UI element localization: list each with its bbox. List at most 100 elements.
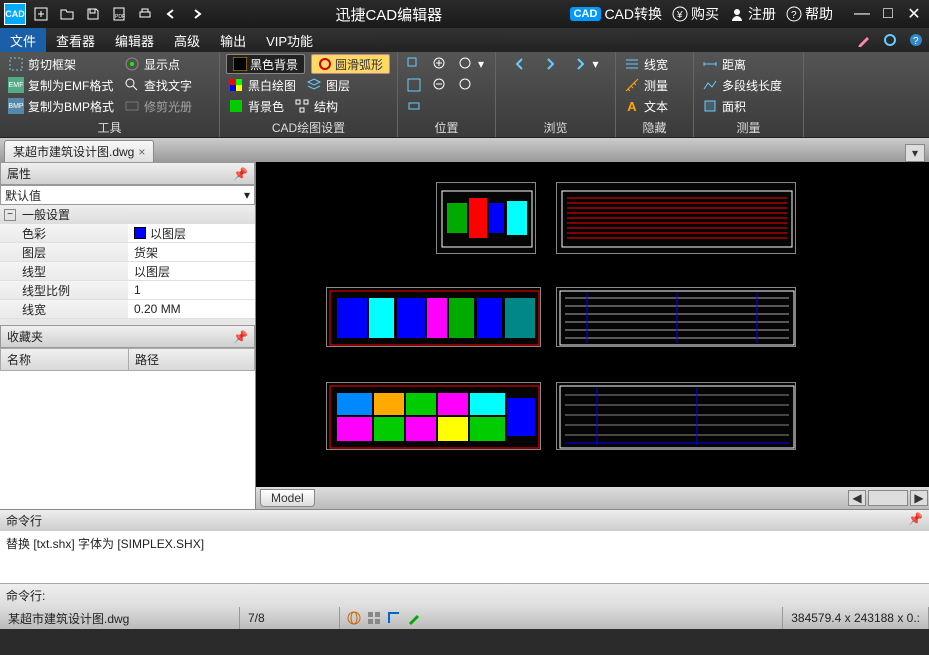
command-panel-header: 命令行 📌 bbox=[0, 509, 929, 531]
titlebar: CAD PDF 迅捷CAD编辑器 CADCAD转换 ¥购买 注册 ?帮助 — □… bbox=[0, 0, 929, 28]
hscroll-thumb[interactable] bbox=[868, 490, 908, 506]
save-pdf-icon[interactable]: PDF bbox=[108, 3, 130, 25]
favorites-panel-header: 收藏夹 📌 bbox=[0, 325, 255, 348]
undo-icon[interactable] bbox=[160, 3, 182, 25]
menu-tab-advanced[interactable]: 高级 bbox=[164, 28, 210, 52]
help-link[interactable]: ?帮助 bbox=[786, 4, 833, 24]
pencil-icon[interactable] bbox=[854, 30, 874, 50]
pan-icon[interactable] bbox=[404, 96, 424, 116]
svg-text:?: ? bbox=[913, 36, 919, 47]
zoom-out-icon[interactable] bbox=[430, 75, 450, 95]
pin-icon[interactable]: 📌 bbox=[233, 167, 248, 181]
zoom-all-icon[interactable] bbox=[456, 75, 476, 95]
document-tab[interactable]: 某超市建筑设计图.dwg × bbox=[4, 140, 154, 162]
model-tab[interactable]: Model bbox=[260, 489, 315, 507]
svg-text:?: ? bbox=[791, 10, 797, 21]
command-input[interactable]: 命令行: bbox=[0, 583, 929, 607]
svg-text:¥: ¥ bbox=[676, 10, 683, 21]
help-icon[interactable]: ? bbox=[906, 30, 926, 50]
ribbon-group-measure-label: 测量 bbox=[700, 118, 797, 137]
save-icon[interactable] bbox=[82, 3, 104, 25]
status-coords: 384579.4 x 243188 x 0.: bbox=[782, 607, 929, 629]
zoom-dropdown-icon[interactable]: ▾ bbox=[456, 54, 486, 74]
menu-tab-output[interactable]: 输出 bbox=[210, 28, 256, 52]
structure-button[interactable]: 结构 bbox=[292, 96, 340, 116]
menu-tab-file[interactable]: 文件 bbox=[0, 28, 46, 52]
property-row[interactable]: 色彩以图层 bbox=[0, 224, 255, 243]
black-bg-button[interactable]: 黑色背景 bbox=[226, 54, 305, 74]
new-file-icon[interactable] bbox=[30, 3, 52, 25]
bg-color-button[interactable]: 背景色 bbox=[226, 96, 286, 116]
scroll-right-icon[interactable]: ▶ bbox=[910, 490, 928, 506]
ribbon: 剪切框架 EMF复制为EMF格式 BMP复制为BMP格式 显示点 查找文字 修剪… bbox=[0, 52, 929, 138]
property-row[interactable]: 图层货架 bbox=[0, 243, 255, 262]
pin-icon[interactable]: 📌 bbox=[233, 330, 248, 344]
polyline-length-button[interactable]: 多段线长度 bbox=[700, 75, 797, 95]
document-tab-label: 某超市建筑设计图.dwg bbox=[13, 143, 134, 160]
line-width-button[interactable]: 线宽 bbox=[622, 54, 687, 74]
register-link[interactable]: 注册 bbox=[729, 4, 776, 24]
refresh-icon[interactable] bbox=[880, 30, 900, 50]
tab-dropdown-icon[interactable]: ▾ bbox=[905, 144, 925, 162]
minimize-button[interactable]: — bbox=[851, 3, 873, 25]
main-area: 属性 📌 默认值▾ −一般设置 色彩以图层 图层货架 线型以图层 线型比例1 线… bbox=[0, 162, 929, 509]
app-logo-icon[interactable]: CAD bbox=[4, 3, 26, 25]
distance-button[interactable]: 距离 bbox=[700, 54, 797, 74]
favorites-columns: 名称 路径 bbox=[0, 348, 255, 371]
zoom-window-icon[interactable] bbox=[404, 54, 424, 74]
maximize-button[interactable]: □ bbox=[877, 3, 899, 25]
close-button[interactable]: ✕ bbox=[903, 3, 925, 25]
measure-button[interactable]: 测量 bbox=[622, 75, 687, 95]
smooth-arc-button[interactable]: 圆滑弧形 bbox=[311, 54, 390, 74]
status-ortho-icon[interactable] bbox=[386, 610, 402, 626]
properties-grid: −一般设置 色彩以图层 图层货架 线型以图层 线型比例1 线宽0.20 MM bbox=[0, 205, 255, 319]
nav-left-icon[interactable] bbox=[510, 54, 530, 74]
zoom-in-icon[interactable] bbox=[430, 54, 450, 74]
layer-button[interactable]: 图层 bbox=[304, 75, 352, 95]
property-row[interactable]: 线型比例1 bbox=[0, 281, 255, 300]
open-file-icon[interactable] bbox=[56, 3, 78, 25]
pin-icon[interactable]: 📌 bbox=[908, 512, 923, 529]
status-file: 某超市建筑设计图.dwg bbox=[0, 607, 240, 629]
status-page: 7/8 bbox=[240, 607, 340, 629]
status-grid-icon[interactable] bbox=[366, 610, 382, 626]
menubar: 文件 查看器 编辑器 高级 输出 VIP功能 ? bbox=[0, 28, 929, 52]
property-row[interactable]: 线宽0.20 MM bbox=[0, 300, 255, 319]
properties-panel-header: 属性 📌 bbox=[0, 162, 255, 185]
print-icon[interactable] bbox=[134, 3, 156, 25]
copy-bmp-button[interactable]: BMP复制为BMP格式 bbox=[6, 96, 116, 116]
document-tabs: 某超市建筑设计图.dwg × ▾ bbox=[0, 138, 929, 162]
model-tab-strip: Model ◀ ▶ bbox=[256, 487, 929, 509]
cad-convert-link[interactable]: CADCAD转换 bbox=[570, 4, 662, 24]
menu-tab-viewer[interactable]: 查看器 bbox=[46, 28, 105, 52]
default-value-combo[interactable]: 默认值▾ bbox=[0, 185, 255, 205]
menu-tab-vip[interactable]: VIP功能 bbox=[256, 28, 323, 52]
area-button[interactable]: 面积 bbox=[700, 96, 797, 116]
bw-draw-button[interactable]: 黑白绘图 bbox=[226, 75, 298, 95]
properties-section-general[interactable]: −一般设置 bbox=[0, 205, 255, 224]
find-text-button[interactable]: 查找文字 bbox=[122, 75, 194, 95]
status-pencil-icon[interactable] bbox=[406, 610, 422, 626]
app-title: 迅捷CAD编辑器 bbox=[208, 4, 570, 25]
status-bar: 某超市建筑设计图.dwg 7/8 384579.4 x 243188 x 0.: bbox=[0, 607, 929, 629]
properties-panel: 属性 📌 默认值▾ −一般设置 色彩以图层 图层货架 线型以图层 线型比例1 线… bbox=[0, 162, 256, 509]
status-globe-icon[interactable] bbox=[346, 610, 362, 626]
ribbon-group-hide-label: 隐藏 bbox=[622, 118, 687, 137]
redo-icon[interactable] bbox=[186, 3, 208, 25]
zoom-extents-icon[interactable] bbox=[404, 75, 424, 95]
nav-right-icon[interactable] bbox=[540, 54, 560, 74]
ribbon-group-position-label: 位置 bbox=[404, 118, 489, 137]
trim-light-button[interactable]: 修剪光册 bbox=[122, 96, 194, 116]
nav-dropdown-icon[interactable]: ▾ bbox=[570, 54, 600, 74]
property-row[interactable]: 线型以图层 bbox=[0, 262, 255, 281]
show-point-button[interactable]: 显示点 bbox=[122, 54, 194, 74]
clip-frame-button[interactable]: 剪切框架 bbox=[6, 54, 116, 74]
buy-link[interactable]: ¥购买 bbox=[672, 4, 719, 24]
scroll-left-icon[interactable]: ◀ bbox=[848, 490, 866, 506]
menu-tab-editor[interactable]: 编辑器 bbox=[105, 28, 164, 52]
text-button[interactable]: A文本 bbox=[622, 96, 687, 116]
close-tab-icon[interactable]: × bbox=[138, 145, 145, 159]
drawing-canvas[interactable] bbox=[256, 162, 929, 487]
svg-text:PDF: PDF bbox=[115, 14, 125, 20]
copy-emf-button[interactable]: EMF复制为EMF格式 bbox=[6, 75, 116, 95]
